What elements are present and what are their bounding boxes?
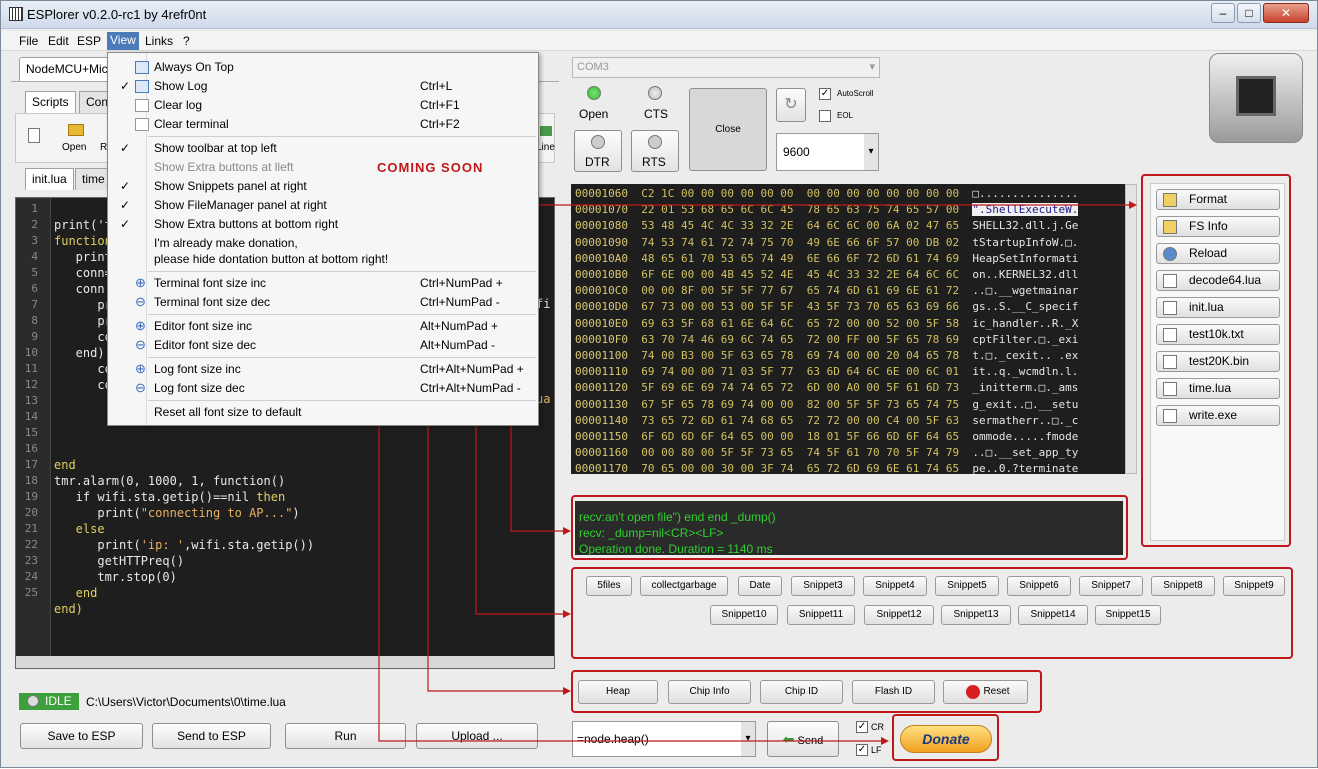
menu-item-show-snippets[interactable]: ✓ Show Snippets panel at right [108,177,538,196]
menu-item-clear-terminal[interactable]: Clear terminal Ctrl+F2 [108,115,538,134]
menu-item-terminal-font-inc[interactable]: ⊕ Terminal font size inc Ctrl+NumPad + [108,274,538,293]
zoom-out-icon: ⊖ [135,337,146,352]
menu-item-log-font-dec[interactable]: ⊖ Log font size dec Ctrl+Alt+NumPad - [108,379,538,398]
menu-item-reset-font[interactable]: Reset all font size to default [108,403,538,422]
app-window: ESPlorer v0.2.0-rc1 by 4refr0nt ‒ □ ✕ Fi… [0,0,1318,768]
log-icon [135,80,149,93]
menu-item-clear-log[interactable]: Clear log Ctrl+F1 [108,96,538,115]
zoom-in-icon: ⊕ [135,275,146,290]
menu-item-show-log[interactable]: ✓ Show Log Ctrl+L [108,77,538,96]
menu-item-editor-font-inc[interactable]: ⊕ Editor font size inc Alt+NumPad + [108,317,538,336]
menu-item-show-toolbar[interactable]: ✓ Show toolbar at top left [108,139,538,158]
coming-soon-annotation: COMING SOON [377,160,484,175]
view-dropdown-menu: Always On Top ✓ Show Log Ctrl+L Clear log C… [107,52,539,426]
menu-item-log-font-inc[interactable]: ⊕ Log font size inc Ctrl+Alt+NumPad + [108,360,538,379]
clear-log-icon [135,99,149,112]
menu-item-always-on-top[interactable]: Always On Top [108,58,538,77]
menu-item-show-file-manager[interactable]: ✓ Show FileManager panel at right [108,196,538,215]
clear-terminal-icon [135,118,149,131]
zoom-in-icon: ⊕ [135,318,146,333]
menu-item-donation-line2[interactable]: please hide dontation button at bottom r… [108,250,538,269]
menu-item-editor-font-dec[interactable]: ⊖ Editor font size dec Alt+NumPad - [108,336,538,355]
zoom-out-icon: ⊖ [135,380,146,395]
menu-item-show-extra-bottom[interactable]: ✓ Show Extra buttons at bottom right [108,215,538,234]
zoom-out-icon: ⊖ [135,294,146,309]
window-icon [135,61,149,74]
zoom-in-icon: ⊕ [135,361,146,376]
menu-item-terminal-font-dec[interactable]: ⊖ Terminal font size dec Ctrl+NumPad - [108,293,538,312]
